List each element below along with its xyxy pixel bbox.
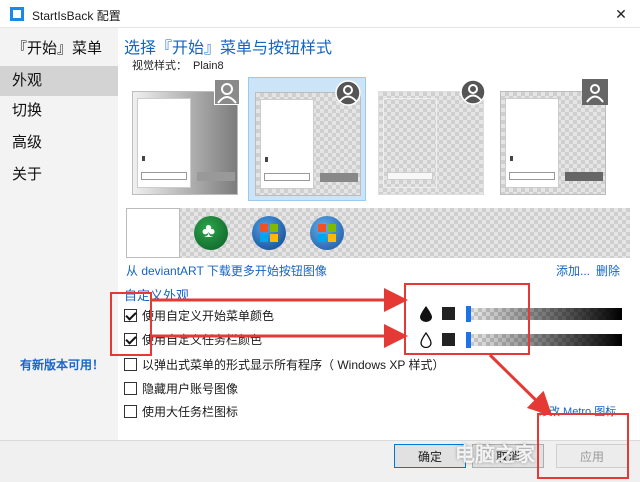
option-custom-start-color[interactable]: 使用自定义开始菜单颜色 [124,306,274,324]
option-hide-user-picture[interactable]: 隐藏用户账号图像 [124,379,238,397]
style-thumbnail-4[interactable] [494,77,612,201]
drop-outline-icon [420,332,432,348]
sidebar-item-switching[interactable]: 切换 [0,96,118,126]
user-avatar-icon [582,79,608,105]
close-button[interactable]: ✕ [610,4,632,24]
watermark: 电脑之家 [455,444,535,466]
custom-appearance-heading: 自定义外观 [124,288,190,303]
visual-style-row: 视觉样式： Plain8 [126,57,224,73]
sidebar-item-advanced[interactable]: 高级 [0,128,118,158]
visual-style-label: 视觉样式： [132,60,187,72]
drop-filled-icon [420,306,432,322]
start-menu-color-swatch[interactable] [442,307,455,320]
sidebar: 『开始』菜单 外观 切换 高级 关于 [0,28,118,440]
checkbox[interactable] [124,357,137,371]
checkbox[interactable] [124,332,137,346]
option-label: 使用自定义任务栏颜色 [142,332,263,347]
orb-option-none[interactable] [126,208,180,258]
window-title: StartIsBack 配置 [32,9,121,23]
start-button-orbs: ♣ [126,208,630,258]
user-avatar-icon [335,80,361,106]
title-bar: StartIsBack 配置 ✕ [0,0,640,28]
windows-flag-icon [318,224,336,242]
option-large-taskbar-icons[interactable]: 使用大任务栏图标 [124,402,238,420]
sidebar-item-about[interactable]: 关于 [0,160,118,190]
checkbox[interactable] [124,381,137,395]
apply-button[interactable]: 应用 [556,444,628,468]
windows-flag-icon [260,224,278,242]
sidebar-item-appearance[interactable]: 外观 [0,66,118,96]
sidebar-item-start-menu[interactable]: 『开始』菜单 [0,34,118,64]
checkbox[interactable] [124,404,137,418]
option-label: 隐藏用户账号图像 [142,381,239,396]
option-custom-taskbar-color[interactable]: 使用自定义任务栏颜色 [124,330,262,348]
option-xp-all-programs[interactable]: 以弹出式菜单的形式显示所有程序（ Windows XP 样式） [124,355,444,373]
taskbar-color-swatch[interactable] [442,333,455,346]
taskbar-opacity-slider[interactable] [466,332,622,348]
style-thumbnail-3[interactable] [372,77,490,201]
checkbox[interactable] [124,308,137,322]
option-label: 以弹出式菜单的形式显示所有程序（ Windows XP 样式） [142,357,445,372]
update-available-link[interactable]: 有新版本可用！ [20,356,104,373]
slider-thumb[interactable] [466,306,471,322]
taskbar-color-row [420,330,630,350]
page-title: 选择『开始』菜单与按钮样式 [124,40,333,57]
windows-logo-icon [143,224,163,244]
orb-option-windows-7[interactable] [310,216,344,250]
start-menu-color-row [420,304,630,324]
style-thumbnail-2[interactable] [248,77,366,201]
option-label: 使用大任务栏图标 [142,404,239,419]
user-avatar-icon [214,79,240,105]
slider-thumb[interactable] [466,332,471,348]
download-more-link[interactable]: 从 deviantART 下载更多开始按钮图像 [126,262,327,279]
app-icon [10,7,24,21]
dialog-footer [0,440,640,482]
visual-style-value: Plain8 [193,60,224,72]
close-icon: ✕ [615,5,627,22]
delete-link[interactable]: 删除 [596,262,620,279]
start-menu-opacity-slider[interactable] [466,306,622,322]
style-thumbnail-1[interactable] [126,77,244,201]
orb-option-clover[interactable]: ♣ [194,216,228,250]
orb-option-windows[interactable] [252,216,286,250]
clover-icon: ♣ [202,220,216,242]
modify-metro-icons-link[interactable]: 修改 Metro 图标 [538,403,616,419]
user-avatar-icon [460,79,486,105]
option-label: 使用自定义开始菜单颜色 [142,308,275,323]
add-link[interactable]: 添加... [556,262,590,279]
